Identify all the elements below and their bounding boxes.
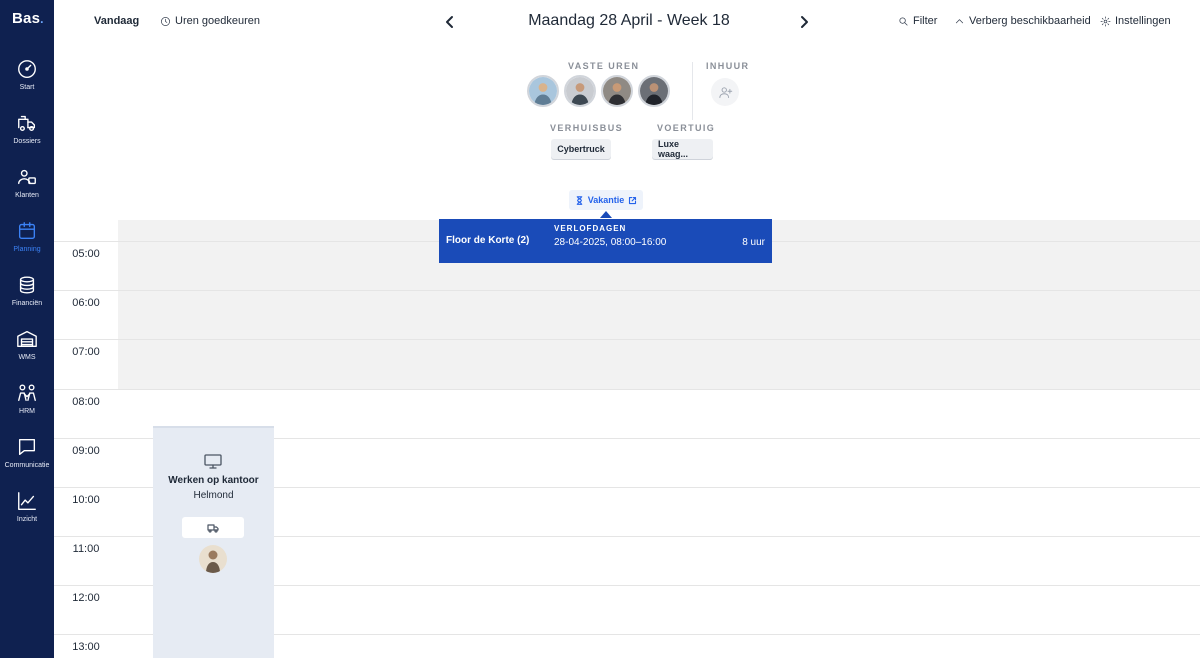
truck-icon [207,523,219,533]
warehouse-icon [17,330,37,348]
external-link-icon [629,196,637,204]
event-title: Werken op kantoor [168,475,259,486]
leave-time: 28-04-2025, 08:00–16:00 [554,237,667,248]
avatar[interactable] [601,75,633,107]
event-card[interactable]: Werken op kantoor Helmond [153,426,274,658]
hour-line [54,339,1200,340]
vacation-tag[interactable]: Vakantie [569,190,643,210]
clock-icon [161,16,170,26]
coins-icon [19,276,35,294]
fixed-hours-label: VASTE UREN [568,61,640,71]
sidebar-item-label: HRM [19,408,35,415]
hour-label: 06:00 [72,297,100,309]
sidebar-item-label: Planning [13,246,41,253]
sidebar-item-klanten[interactable]: Klanten [0,166,54,214]
hide-availability-button[interactable]: Verberg beschikbaarheid [954,15,1091,27]
avatar[interactable] [564,75,596,107]
resource-divider [692,62,693,120]
hour-label: 13:00 [72,641,100,653]
current-date: Maandag 28 April - Week 18 [528,12,730,29]
people-icon [18,384,36,402]
sidebar-item-label: Klanten [15,192,39,199]
search-icon [899,16,908,26]
chevron-left-icon [446,16,453,28]
settings-button[interactable]: Instellingen [1100,15,1171,27]
sidebar-item-label: Dossiers [13,138,41,145]
avatar[interactable] [638,75,670,107]
hour-label: 09:00 [72,445,100,457]
top-bar: Vandaag Uren goedkeuren Maandag 28 April… [54,0,1200,44]
chat-icon [18,438,36,456]
sidebar-item-label: Start [19,84,35,91]
hour-line [54,389,1200,390]
vacation-pointer [600,211,612,218]
leave-type: VERLOFDAGEN [554,224,627,233]
chevron-right-icon [801,16,808,28]
sidebar-item-label: Financiën [11,300,43,307]
hour-label: 05:00 [72,248,100,260]
monitor-icon [204,454,222,469]
leave-hours: 8 uur [742,237,765,248]
sidebar-item-label: Inzicht [16,516,38,523]
hour-label: 07:00 [72,346,100,358]
chevron-up-icon [955,18,964,23]
vehicle-label: VOERTUIG [657,123,716,133]
leave-card[interactable]: Floor de Korte (2) VERLOFDAGEN 28-04-202… [439,219,772,263]
vehicle-chip[interactable]: Luxe waag... [652,139,713,159]
fixed-hours-avatars [527,75,670,107]
hour-label: 12:00 [72,592,100,604]
sidebar-item-label: Communicatie [4,462,50,469]
hour-label: 11:00 [72,543,100,555]
chart-icon [18,492,36,510]
calendar-icon [18,222,36,240]
sidebar-item-hrm[interactable]: HRM [0,382,54,430]
assign-vehicle-button[interactable] [182,517,244,538]
add-user-button[interactable] [711,78,739,106]
event-location: Helmond [193,490,234,501]
customers-icon [18,169,36,185]
speedometer-icon [18,60,36,78]
next-day-button[interactable] [797,14,811,30]
sidebar-item-label: WMS [18,354,36,361]
truck-chip[interactable]: Cybertruck [551,139,611,159]
hire-label: INHUUR [706,61,750,71]
hour-label: 08:00 [72,396,100,408]
sidebar: Bas. Start Dossiers Klanten Planning Fin… [0,0,54,658]
sidebar-item-planning[interactable]: Planning [0,220,54,268]
sidebar-item-start[interactable]: Start [0,58,54,106]
add-user-icon [718,86,732,98]
sidebar-item-inzicht[interactable]: Inzicht [0,490,54,538]
sidebar-item-communicatie[interactable]: Communicatie [0,436,54,484]
avatar[interactable] [199,545,227,573]
sidebar-item-wms[interactable]: WMS [0,328,54,376]
app-logo[interactable]: Bas. [12,10,44,27]
leave-employee-name: Floor de Korte (2) [446,235,530,246]
avatar[interactable] [527,75,559,107]
hourglass-icon [576,195,583,205]
previous-day-button[interactable] [443,14,457,30]
hour-label: 10:00 [72,494,100,506]
hour-line [54,290,1200,291]
approve-hours-button[interactable]: Uren goedkeuren [160,15,260,27]
sidebar-item-dossiers[interactable]: Dossiers [0,112,54,160]
gear-icon [1100,16,1111,26]
filter-button[interactable]: Filter [898,15,937,27]
moving-truck-icon [18,115,36,132]
truck-label: VERHUISBUS [550,123,624,133]
today-button[interactable]: Vandaag [94,15,139,27]
sidebar-item-financien[interactable]: Financiën [0,274,54,322]
